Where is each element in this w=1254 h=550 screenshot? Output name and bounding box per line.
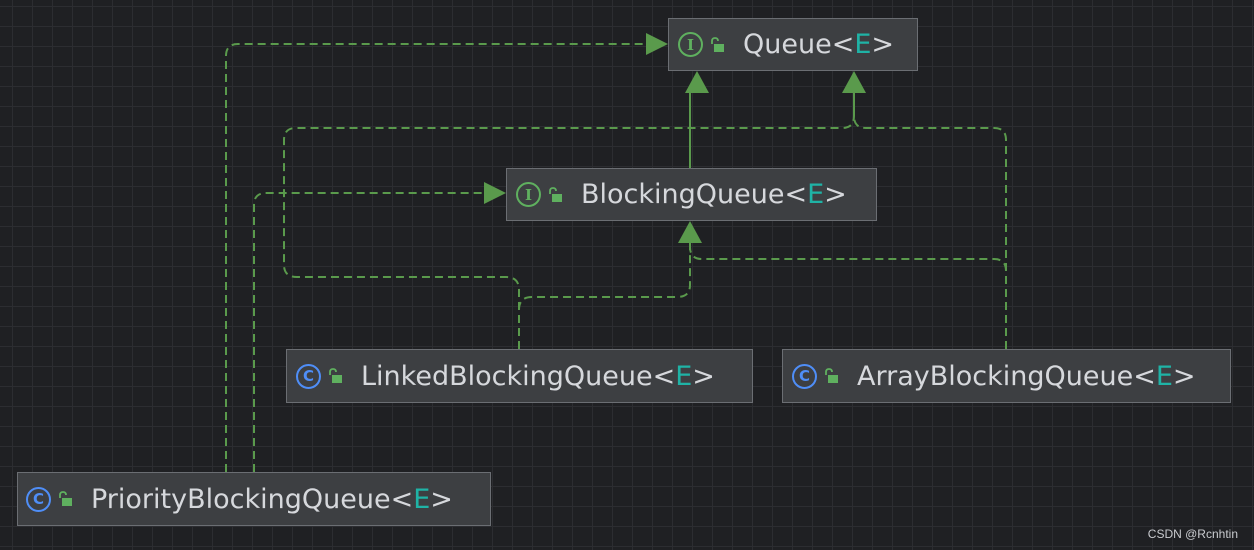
linkedblockingqueue-label: LinkedBlockingQueue<E>: [361, 360, 715, 392]
class-icon: C: [296, 363, 321, 389]
arrowhead-queue-bottom-left: [685, 71, 709, 93]
arrayblockingqueue-label: ArrayBlockingQueue<E>: [857, 360, 1196, 392]
queue-label: Queue<E>: [743, 29, 895, 60]
edge-layer: [225, 33, 1007, 472]
arrowhead-queue-bottom-right: [842, 71, 866, 93]
linkedblockingqueue-node[interactable]: C LinkedBlockingQueue<E>: [286, 349, 753, 403]
arrayblockingqueue-node[interactable]: C ArrayBlockingQueue<E>: [782, 349, 1231, 403]
unlock-icon: [711, 36, 724, 52]
interface-icon: I: [678, 32, 703, 57]
unlock-icon: [59, 491, 72, 506]
arrowhead-queue-left: [646, 33, 668, 55]
priorityblockingqueue-node[interactable]: C PriorityBlockingQueue<E>: [17, 472, 491, 526]
class-icon: C: [26, 486, 51, 512]
edge-linked-to-blockingqueue: [518, 242, 691, 349]
priorityblockingqueue-label: PriorityBlockingQueue<E>: [91, 483, 453, 515]
unlock-icon: [329, 368, 342, 383]
class-icon: C: [792, 363, 817, 389]
unlock-icon: [549, 186, 562, 202]
queue-node[interactable]: I Queue<E>: [668, 18, 918, 71]
unlock-icon: [825, 368, 838, 383]
arrowhead-blockingqueue-left: [484, 182, 506, 204]
arrowhead-blockingqueue-bottom: [678, 221, 702, 243]
edge-priority-to-blockingqueue: [253, 192, 484, 472]
edge-array-to-blockingqueue: [689, 242, 1007, 349]
interface-icon: I: [516, 182, 541, 207]
blockingqueue-node[interactable]: I BlockingQueue<E>: [506, 168, 877, 221]
watermark: CSDN @Rcnhtin: [1147, 527, 1238, 541]
edge-priority-to-queue: [225, 43, 648, 472]
blockingqueue-label: BlockingQueue<E>: [581, 179, 847, 210]
